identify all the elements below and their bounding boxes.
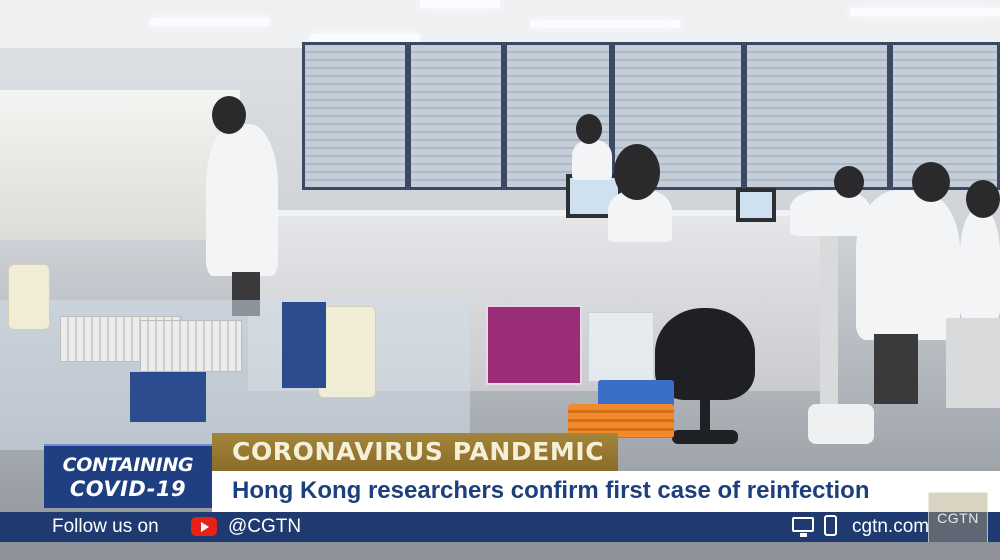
specimen-jar	[318, 306, 376, 398]
headline-text: Hong Kong researchers confirm first case…	[232, 477, 870, 504]
window-blinds	[302, 42, 408, 190]
clear-container	[588, 312, 654, 382]
ceiling-light	[530, 20, 680, 28]
phone-icon	[824, 515, 837, 536]
supply-box	[282, 302, 326, 388]
follow-label: Follow us on	[52, 516, 159, 537]
monitor-icon	[792, 517, 814, 537]
logo-line-1: CONTAINING	[62, 454, 194, 476]
researcher	[960, 210, 1000, 320]
ceiling-light	[850, 8, 1000, 16]
researcher-head	[614, 144, 660, 200]
ceiling-light	[420, 0, 500, 8]
logo-line-2: COVID-19	[69, 477, 187, 501]
specimen-jar	[8, 264, 50, 330]
website-link[interactable]: cgtn.com	[852, 515, 929, 539]
office-chair-base	[672, 430, 738, 444]
bottom-strip	[0, 542, 1000, 560]
watermark-text: CGTN	[937, 510, 979, 526]
supply-box	[130, 372, 206, 422]
researcher-head	[212, 96, 246, 134]
window-blinds	[744, 42, 890, 190]
counter-edge	[820, 228, 838, 428]
glove-box	[486, 305, 582, 385]
computer-monitor	[736, 188, 776, 222]
researcher	[572, 140, 612, 180]
researcher	[206, 124, 278, 276]
ceiling-light	[150, 18, 270, 26]
storage-shelf	[0, 90, 240, 240]
researcher	[856, 190, 960, 340]
waste-bag	[808, 404, 874, 444]
ceiling-light	[310, 34, 420, 42]
youtube-icon[interactable]	[191, 517, 217, 536]
researcher-head	[834, 166, 864, 198]
containing-covid-logo: CONTAINING COVID-19	[44, 444, 212, 508]
social-handle[interactable]: @CGTN	[228, 515, 301, 539]
window-blinds	[408, 42, 504, 190]
cabinet	[946, 318, 1000, 408]
researcher-legs	[874, 334, 918, 404]
category-label: CORONAVIRUS PANDEMIC	[232, 437, 605, 466]
researcher-head	[912, 162, 950, 202]
researcher-head	[966, 180, 1000, 218]
researcher-head	[576, 114, 602, 144]
tube-rack	[140, 320, 242, 372]
cgtn-watermark: CGTN	[928, 492, 988, 544]
